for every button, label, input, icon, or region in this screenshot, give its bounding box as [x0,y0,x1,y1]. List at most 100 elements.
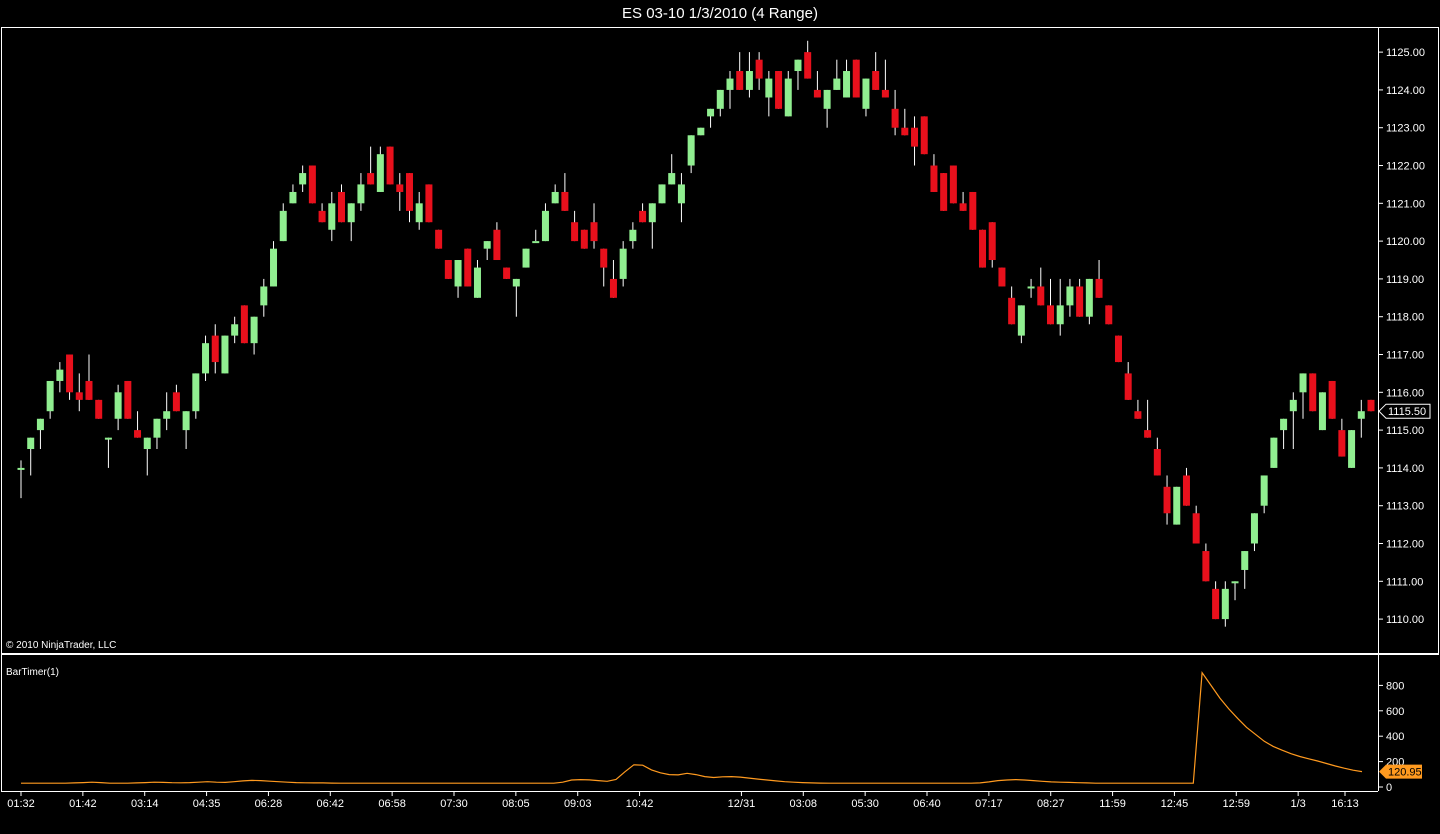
up-candle-body [299,173,307,185]
down-candle-body [1144,430,1152,438]
candlestick-series [17,40,1375,627]
down-candle-body [775,71,783,109]
up-candle-body [415,203,423,223]
down-candle-body [1367,399,1375,412]
price-tick-label: 1110.00 [1386,614,1424,626]
price-tick-label: 1115.00 [1386,425,1424,437]
up-candle-body [1173,486,1181,525]
up-candle-body [619,248,627,279]
indicator-last-value-marker: 120.95 [1379,764,1422,779]
time-tick-label: 03:08 [790,798,818,810]
up-candle-body [668,173,676,185]
down-candle-body [435,229,443,249]
indicator-label: BarTimer(1) [6,667,59,678]
down-candle-body [493,229,501,261]
down-candle-body [367,173,375,185]
time-tick-label: 12:45 [1161,798,1189,810]
up-candle-body [697,127,705,136]
up-candle-body [512,278,520,287]
indicator-last-value-label: 120.95 [1388,767,1422,779]
down-candle-body [1134,411,1142,419]
up-candle-body [1289,399,1297,412]
up-candle-body [473,267,481,298]
down-candle-body [580,229,588,249]
up-candle-body [833,78,841,90]
up-candle-body [221,335,229,374]
up-candle-body [745,71,753,90]
down-candle-body [590,222,598,242]
down-candle-body [911,127,919,147]
up-candle-body [687,135,695,166]
up-candle-body [1299,373,1307,393]
last-price-marker: 1115.50 [1378,403,1431,419]
down-candle-body [804,52,812,79]
down-candle-body [396,184,404,192]
down-candle-body [95,399,103,419]
up-candle-body [677,184,685,204]
time-tick-label: 06:28 [255,798,283,810]
up-candle-body [376,154,384,192]
down-candle-body [561,191,569,211]
down-candle-body [639,210,647,223]
up-candle-body [250,316,258,344]
down-candle-body [1046,305,1054,325]
down-candle-body [755,59,763,79]
down-candle-body [949,165,957,204]
price-tick-label: 1121.00 [1386,198,1425,210]
down-candle-body [211,335,219,363]
down-candle-body [1114,335,1122,363]
up-candle-body [784,78,792,117]
up-candle-body [629,229,637,242]
down-candle-body [852,59,860,98]
time-tick-label: 08:27 [1037,798,1065,810]
time-tick-label: 08:05 [502,798,530,810]
down-candle-body [444,260,452,279]
down-candle-body [571,222,579,242]
up-candle-body [1280,418,1288,431]
time-tick-label: 06:42 [317,798,345,810]
up-candle-body [231,324,239,336]
up-candle-body [163,411,171,419]
down-candle-body [1309,373,1317,412]
time-tick-label: 01:32 [7,798,35,810]
up-candle-body [36,418,44,431]
down-candle-body [1037,286,1045,306]
time-tick-label: 05:30 [851,798,879,810]
down-candle-body [891,108,899,128]
up-candle-body [1260,475,1268,506]
bartimer-line [21,670,1363,784]
down-candle-body [134,430,142,438]
last-price-label: 1115.50 [1388,406,1426,418]
up-candle-body [27,437,35,450]
up-candle-body [658,184,666,204]
up-candle-body [1270,437,1278,468]
price-tick-label: 1117.00 [1386,350,1424,362]
down-candle-body [172,392,180,412]
down-candle-body [1008,297,1016,325]
price-tick-label: 1114.00 [1386,463,1424,475]
chart-canvas[interactable]: 1110.00 1111.00 1112.00 1113.00 1114.00 1115.… [0,0,1440,834]
price-tick-label: 1122.00 [1386,161,1425,173]
down-candle-body [1182,475,1190,506]
price-tick-label: 1123.00 [1386,123,1425,135]
down-candle-body [1095,278,1103,298]
down-candle-body [998,267,1006,287]
price-tick-label: 1111.00 [1386,576,1423,588]
down-candle-body [405,173,413,211]
up-candle-body [153,418,161,438]
time-axis: 01:32 01:42 03:14 04:35 06:28 06:42 06:58 07:30… [7,791,1359,810]
down-candle-body [1163,486,1171,514]
down-candle-body [124,380,132,419]
up-candle-body [1027,286,1035,289]
down-candle-body [75,392,83,400]
time-tick-label: 06:40 [913,798,941,810]
price-tick-label: 1124.00 [1386,85,1425,97]
up-candle-body [347,203,355,223]
down-candle-body [901,127,909,136]
down-candle-body [930,165,938,192]
price-tick-label: 1113.00 [1386,501,1424,513]
down-candle-body [464,248,472,287]
down-candle-body [66,354,74,393]
up-candle-body [114,392,122,419]
price-tick-label: 1120.00 [1386,236,1425,248]
